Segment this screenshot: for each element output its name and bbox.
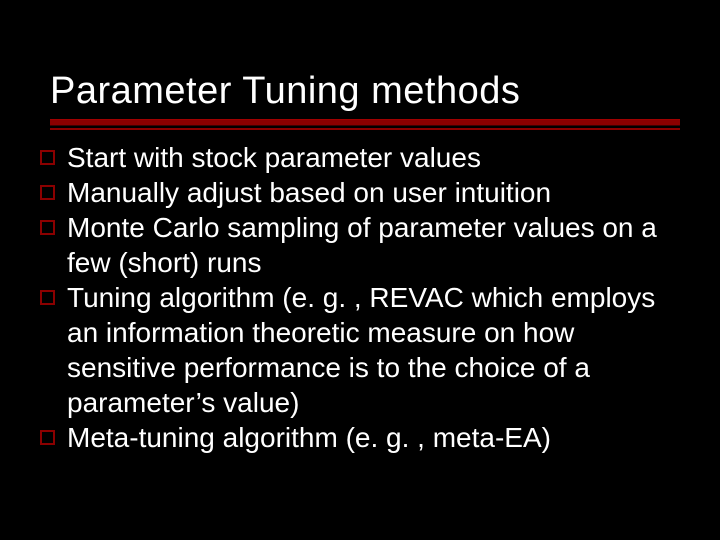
bullet-list: Start with stock parameter values Manual… [30,140,690,455]
bullet-text: Manually adjust based on user intuition [67,175,680,210]
list-item: Monte Carlo sampling of parameter values… [40,210,680,280]
slide: Parameter Tuning methods Start with stoc… [0,0,720,540]
checkbox-icon [40,430,55,445]
checkbox-icon [40,290,55,305]
list-item: Start with stock parameter values [40,140,680,175]
list-item: Meta-tuning algorithm (e. g. , meta-EA) [40,420,680,455]
bullet-text: Meta-tuning algorithm (e. g. , meta-EA) [67,420,680,455]
list-item: Manually adjust based on user intuition [40,175,680,210]
slide-title: Parameter Tuning methods [50,70,690,113]
checkbox-icon [40,185,55,200]
list-item: Tuning algorithm (e. g. , REVAC which em… [40,280,680,420]
checkbox-icon [40,150,55,165]
checkbox-icon [40,220,55,235]
bullet-text: Monte Carlo sampling of parameter values… [67,210,680,280]
bullet-text: Tuning algorithm (e. g. , REVAC which em… [67,280,680,420]
bullet-text: Start with stock parameter values [67,140,680,175]
title-underline [50,119,680,130]
